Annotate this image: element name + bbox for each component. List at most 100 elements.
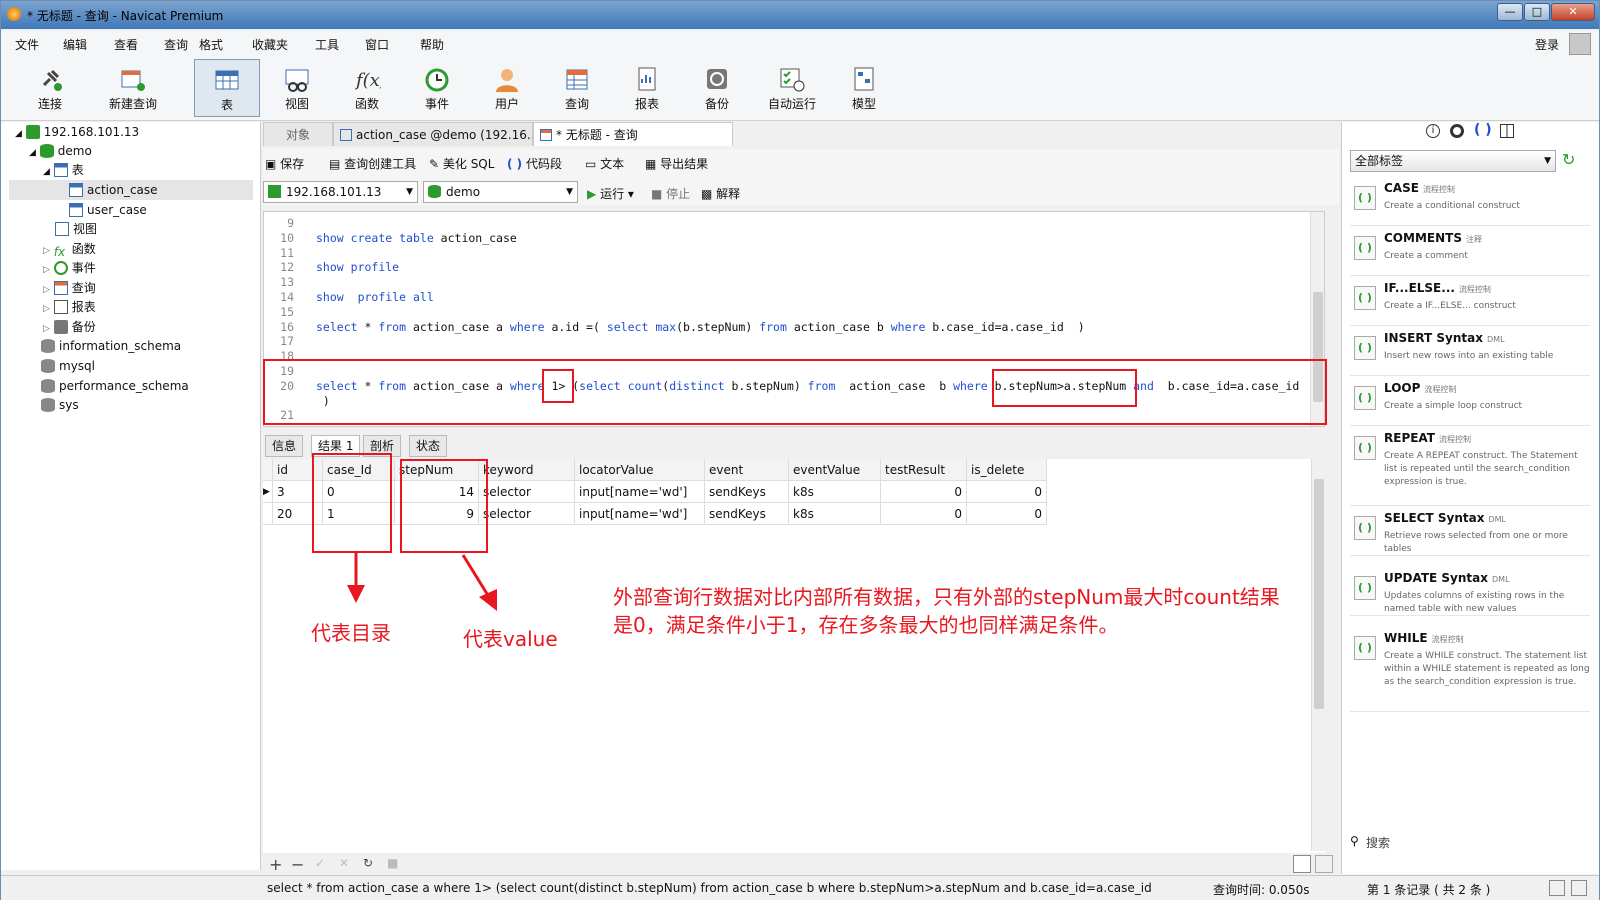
explain-button[interactable]: ▩ 解释 — [701, 185, 740, 202]
snippet-item[interactable]: ( ) INSERT Syntax DML Insert new rows into … — [1350, 328, 1590, 376]
tree-reports[interactable]: ▷ 报表 — [43, 297, 96, 317]
text-button[interactable]: ▭ 文本 — [585, 155, 624, 172]
tree-db-information-schema[interactable]: information_schema — [41, 336, 181, 356]
menu-format[interactable]: 格式 — [199, 36, 223, 53]
scrollbar-thumb[interactable] — [1314, 479, 1324, 709]
cell-eventvalue[interactable]: k8s — [789, 481, 881, 503]
cell-locatorvalue[interactable]: input[name='wd'] — [575, 503, 705, 525]
expand-toggle-icon[interactable]: ▷ — [43, 265, 50, 275]
add-row-icon[interactable]: + — [269, 855, 282, 874]
discard-icon[interactable]: ✕ — [339, 856, 349, 870]
tree-db-performance-schema[interactable]: performance_schema — [41, 376, 189, 396]
menu-file[interactable]: 文件 — [15, 36, 39, 53]
menu-edit[interactable]: 编辑 — [63, 36, 87, 53]
delete-row-icon[interactable]: − — [291, 855, 304, 874]
beautify-sql-button[interactable]: ✎ 美化 SQL — [429, 155, 494, 172]
menu-tools[interactable]: 工具 — [315, 36, 339, 53]
expand-toggle-icon[interactable]: ▷ — [43, 304, 50, 314]
info-icon[interactable]: i — [1426, 124, 1440, 138]
menu-favorites[interactable]: 收藏夹 — [252, 36, 288, 53]
tree-db-mysql[interactable]: mysql — [41, 356, 95, 376]
connection-select[interactable]: 192.168.101.13 ▼ — [263, 181, 418, 203]
maximize-button[interactable]: □ — [1524, 3, 1550, 21]
cell-event[interactable]: sendKeys — [705, 481, 789, 503]
toolbar-new-query[interactable]: 新建查询 — [93, 59, 173, 117]
minimize-button[interactable]: — — [1497, 3, 1523, 21]
toolbar-view[interactable]: 视图 — [264, 59, 330, 117]
refresh-icon[interactable]: ↻ — [363, 856, 373, 870]
tree-functions[interactable]: ▷ fx 函数 — [43, 239, 96, 259]
column-header-is-delete[interactable]: is_delete — [967, 459, 1047, 481]
tree-connection[interactable]: ◢ 192.168.101.13 — [15, 122, 139, 142]
tree-tables[interactable]: ◢ 表 — [43, 160, 84, 180]
tree-events[interactable]: ▷ 事件 — [43, 258, 96, 278]
cell-testresult[interactable]: 0 — [881, 481, 967, 503]
column-header-testresult[interactable]: testResult — [881, 459, 967, 481]
cell-event[interactable]: sendKeys — [705, 503, 789, 525]
tree-views[interactable]: 视图 — [55, 219, 97, 239]
tab-info[interactable]: 信息 — [265, 435, 304, 457]
login-link[interactable]: 登录 — [1535, 36, 1559, 53]
expand-toggle-icon[interactable]: ▷ — [43, 324, 50, 334]
avatar[interactable] — [1569, 33, 1591, 55]
tree-db-sys[interactable]: sys — [41, 395, 79, 415]
braces-icon[interactable]: ( ) — [1474, 122, 1492, 138]
toolbar-user[interactable]: 用户 — [474, 59, 540, 117]
snippet-item[interactable]: ( ) COMMENTS 注释 Create a comment — [1350, 228, 1590, 276]
snippet-item[interactable]: ( ) SELECT Syntax DML Retrieve rows selecte… — [1350, 508, 1590, 556]
column-header-locatorvalue[interactable]: locatorValue — [575, 459, 705, 481]
column-header-eventvalue[interactable]: eventValue — [789, 459, 881, 481]
menu-window[interactable]: 窗口 — [365, 36, 389, 53]
grid-scrollbar[interactable] — [1311, 459, 1325, 851]
cell-is-delete[interactable]: 0 — [967, 481, 1047, 503]
tag-filter-select[interactable]: 全部标签 ▼ — [1350, 150, 1556, 172]
columns-icon[interactable] — [1500, 124, 1514, 138]
toolbar-report[interactable]: 报表 — [614, 59, 680, 117]
row-header[interactable] — [263, 503, 273, 525]
expand-toggle-icon[interactable]: ▷ — [43, 246, 50, 256]
menu-query[interactable]: 查询 — [164, 36, 188, 53]
snippet-item[interactable]: ( ) REPEAT 流程控制 Create A REPEAT construct. … — [1350, 428, 1590, 506]
toolbar-model[interactable]: 模型 — [831, 59, 897, 117]
toolbar-autorun[interactable]: 自动运行 — [754, 59, 830, 117]
cell-testresult[interactable]: 0 — [881, 503, 967, 525]
expand-toggle-icon[interactable]: ◢ — [15, 129, 22, 139]
toolbar-table[interactable]: 表 — [194, 59, 260, 117]
menu-view[interactable]: 查看 — [114, 36, 138, 53]
tree-table-user-case[interactable]: user_case — [69, 200, 147, 220]
column-header-keyword[interactable]: keyword — [479, 459, 575, 481]
column-header-event[interactable]: event — [705, 459, 789, 481]
toolbar-event[interactable]: 事件 — [404, 59, 470, 117]
grid-view-icon[interactable] — [1549, 880, 1565, 896]
cell-keyword[interactable]: selector — [479, 481, 575, 503]
stop-icon[interactable]: ■ — [387, 856, 398, 870]
code-snippet-button[interactable]: ( ) 代码段 — [507, 155, 562, 172]
expand-toggle-icon[interactable]: ◢ — [43, 167, 50, 177]
tree-db-demo[interactable]: ◢ demo — [29, 141, 92, 161]
refresh-snippets-icon[interactable]: ↻ — [1562, 150, 1575, 169]
snippet-item[interactable]: ( ) IF...ELSE... 流程控制 Create a IF...ELSE...… — [1350, 278, 1590, 326]
cell-eventvalue[interactable]: k8s — [789, 503, 881, 525]
toolbar-function[interactable]: f(x) 函数 — [334, 59, 400, 117]
form-view-icon[interactable] — [1571, 880, 1587, 896]
database-select[interactable]: demo ▼ — [423, 181, 578, 203]
toolbar-connect[interactable]: 连接 — [17, 59, 83, 117]
snippet-search-input[interactable]: 搜索 — [1366, 834, 1390, 851]
tab-untitled-query[interactable]: * 无标题 - 查询 — [533, 122, 733, 146]
snippet-item[interactable]: ( ) WHILE 流程控制 Create a WHILE construct. Th… — [1350, 628, 1590, 712]
tab-action-case[interactable]: action_case @demo (192.16... — [333, 122, 533, 146]
current-row-marker-icon[interactable]: ▶ — [263, 481, 273, 503]
query-builder-button[interactable]: ▤ 查询创建工具 — [329, 155, 416, 172]
tree-table-action-case[interactable]: action_case — [9, 180, 253, 200]
cell-is-delete[interactable]: 0 — [967, 503, 1047, 525]
toolbar-query[interactable]: 查询 — [544, 59, 610, 117]
snippet-item[interactable]: ( ) LOOP 流程控制 Create a simple loop construc… — [1350, 378, 1590, 426]
expand-toggle-icon[interactable]: ◢ — [29, 148, 36, 158]
tree-queries[interactable]: ▷ 查询 — [43, 278, 96, 298]
apply-icon[interactable]: ✓ — [315, 856, 325, 870]
form-view-icon[interactable] — [1315, 855, 1333, 873]
snippet-item[interactable]: ( ) CASE 流程控制 Create a conditional construc… — [1350, 178, 1590, 226]
export-results-button[interactable]: ▦ 导出结果 — [645, 155, 708, 172]
close-button[interactable]: ✕ — [1551, 3, 1595, 21]
menu-help[interactable]: 帮助 — [420, 36, 444, 53]
